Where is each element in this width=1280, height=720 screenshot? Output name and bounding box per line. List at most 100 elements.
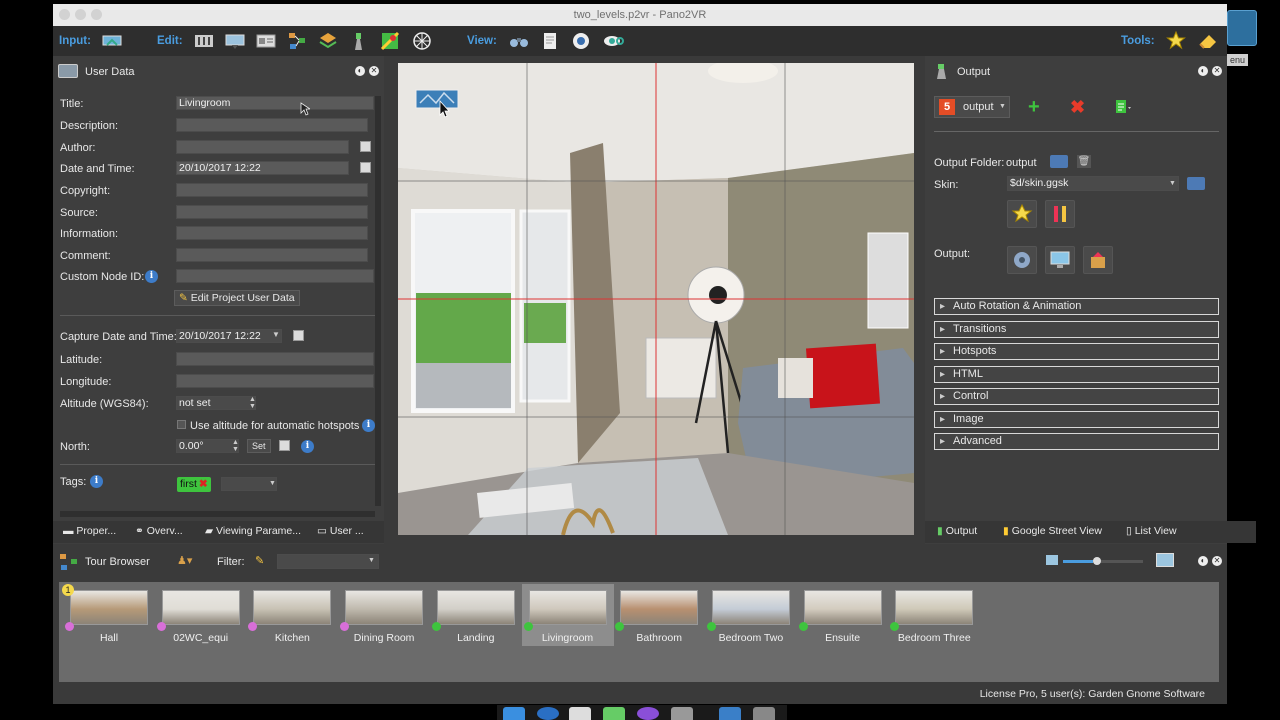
view-binoculars-icon[interactable] [508, 30, 530, 52]
latitude-field[interactable] [176, 352, 374, 366]
output-preview-monitor-icon[interactable] [1045, 246, 1075, 274]
add-output-icon[interactable]: + [1028, 96, 1040, 119]
undock-icon[interactable]: ◐ [355, 66, 365, 76]
tag-first[interactable]: first ✖ [177, 477, 211, 492]
delete-output-icon[interactable]: ✖ [1070, 97, 1085, 118]
datetime-field[interactable]: 20/10/2017 12:22 [176, 161, 349, 175]
edit-map-icon[interactable] [379, 30, 401, 52]
slider-handle[interactable] [1093, 557, 1101, 565]
filter-dropdown[interactable] [277, 554, 379, 569]
source-field[interactable] [176, 205, 368, 219]
datetime-pick-button[interactable] [360, 162, 371, 173]
output-format-button[interactable]: 5 output ▼ [934, 96, 1010, 118]
node-thumbnail[interactable] [70, 590, 148, 625]
copyright-field[interactable] [176, 183, 368, 197]
capture-datetime-field[interactable]: 20/10/2017 12:22 [176, 329, 282, 343]
output-package-icon[interactable] [1083, 246, 1113, 274]
north-set-button[interactable]: Set [247, 439, 271, 453]
altitude-info-icon[interactable]: i [362, 419, 375, 432]
panorama-preview[interactable] [398, 63, 914, 535]
author-field[interactable] [176, 140, 349, 154]
pano2vr-icon[interactable] [603, 707, 625, 720]
information-field[interactable] [176, 226, 368, 240]
node-thumbnail[interactable] [803, 590, 882, 625]
author-pick-button[interactable] [360, 141, 371, 152]
node-thumbnail[interactable] [436, 590, 515, 625]
altitude-spinbox[interactable]: not set [176, 396, 256, 410]
tools-eraser-icon[interactable] [1197, 30, 1219, 52]
tour-close-icon[interactable]: ✕ [1212, 556, 1222, 566]
nodeid-field[interactable] [176, 269, 374, 283]
tab-viewing-parameters[interactable]: ▰ Viewing Parame... [205, 525, 301, 537]
skin-select[interactable]: $d/skin.ggsk [1007, 176, 1179, 191]
tour-node-7[interactable]: Bedroom Two [705, 584, 797, 644]
vertical-scrollbar[interactable] [375, 96, 381, 506]
skin-tools-icon[interactable] [1045, 200, 1075, 228]
view-notes-icon[interactable] [539, 30, 561, 52]
safari-icon[interactable] [537, 707, 559, 720]
north-stepper-icon[interactable]: ▲ ▼ [232, 439, 239, 453]
user-filter-icon[interactable]: ♟▾ [177, 554, 192, 567]
edit-ball-icon[interactable] [411, 30, 433, 52]
skin-dropdown-icon[interactable]: ▼ [1169, 180, 1176, 187]
output-settings-gear-icon[interactable] [1007, 246, 1037, 274]
filter-tag-icon[interactable]: ✎ [255, 554, 269, 568]
minimize-window-icon[interactable] [75, 9, 86, 20]
section-auto-rotation[interactable]: Auto Rotation & Animation [934, 298, 1219, 315]
close-panel-icon[interactable]: ✕ [369, 66, 379, 76]
node-thumbnail[interactable] [711, 590, 790, 625]
thumb-size-slider[interactable] [1063, 557, 1143, 565]
finder-icon[interactable] [503, 707, 525, 720]
section-hotspots[interactable]: Hotspots [934, 343, 1219, 360]
use-altitude-checkbox[interactable] [177, 420, 186, 429]
tour-node-9[interactable]: Bedroom Three [888, 584, 980, 644]
comment-field[interactable] [176, 248, 368, 262]
section-advanced[interactable]: Advanced [934, 433, 1219, 450]
tour-node-2[interactable]: Kitchen [246, 584, 338, 644]
remove-tag-icon[interactable]: ✖ [199, 478, 208, 490]
tab-list-view[interactable]: ▯ List View [1126, 525, 1177, 537]
livingroom-panorama-image[interactable] [398, 63, 914, 535]
system-preferences-icon[interactable] [671, 707, 693, 720]
tour-node-5[interactable]: Livingroom [521, 584, 614, 646]
node-thumbnail[interactable] [620, 590, 699, 625]
edit-tour-icon[interactable] [286, 30, 308, 52]
tags-info-icon[interactable]: i [90, 475, 103, 488]
section-transitions[interactable]: Transitions [934, 321, 1219, 338]
section-control[interactable]: Control [934, 388, 1219, 405]
view-globe-icon[interactable] [570, 30, 592, 52]
tour-node-3[interactable]: Dining Room [338, 584, 430, 644]
itunes-icon[interactable] [637, 707, 659, 720]
title-field[interactable]: Livingroom [176, 96, 374, 110]
close-window-icon[interactable] [59, 9, 70, 20]
textedit-icon[interactable] [569, 707, 591, 720]
output-close-icon[interactable]: ✕ [1212, 66, 1222, 76]
altitude-stepper-icon[interactable]: ▲ ▼ [249, 396, 256, 410]
trash-icon[interactable]: 🗑 [1077, 155, 1091, 168]
edit-userdata-icon[interactable] [255, 30, 277, 52]
edit-patches-icon[interactable] [317, 30, 339, 52]
tour-node-6[interactable]: Bathroom [613, 584, 705, 644]
tour-node-1[interactable]: 02WC_equi [155, 584, 247, 644]
desktop-window-thumbnail[interactable] [1227, 10, 1257, 46]
edit-viewing-icon[interactable] [224, 30, 246, 52]
browse-folder-icon[interactable] [1050, 155, 1068, 168]
output-undock-icon[interactable]: ◐ [1198, 66, 1208, 76]
skin-editor-star-icon[interactable] [1007, 200, 1037, 228]
tab-google-street-view[interactable]: ▮ Google Street View [1003, 525, 1102, 537]
section-image[interactable]: Image [934, 411, 1219, 428]
node-thumbnail[interactable] [345, 590, 424, 625]
tour-undock-icon[interactable]: ◐ [1198, 556, 1208, 566]
node-thumbnail[interactable] [161, 590, 240, 625]
tour-node-4[interactable]: Landing [430, 584, 522, 644]
input-panorama-icon[interactable] [101, 30, 123, 52]
downloads-folder-icon[interactable] [719, 707, 741, 720]
tools-wizard-icon[interactable] [1165, 30, 1187, 52]
node-thumbnail[interactable] [895, 590, 974, 625]
filter-dropdown-arrow-icon[interactable]: ▼ [368, 557, 375, 564]
tab-user-data[interactable]: ▭ User ... [317, 525, 364, 537]
edit-project-user-data-button[interactable]: ✎ Edit Project User Data [174, 290, 300, 306]
north-pick-button[interactable] [279, 440, 290, 451]
description-field[interactable] [176, 118, 368, 132]
tab-overview[interactable]: ⚭ Overv... [135, 525, 183, 537]
